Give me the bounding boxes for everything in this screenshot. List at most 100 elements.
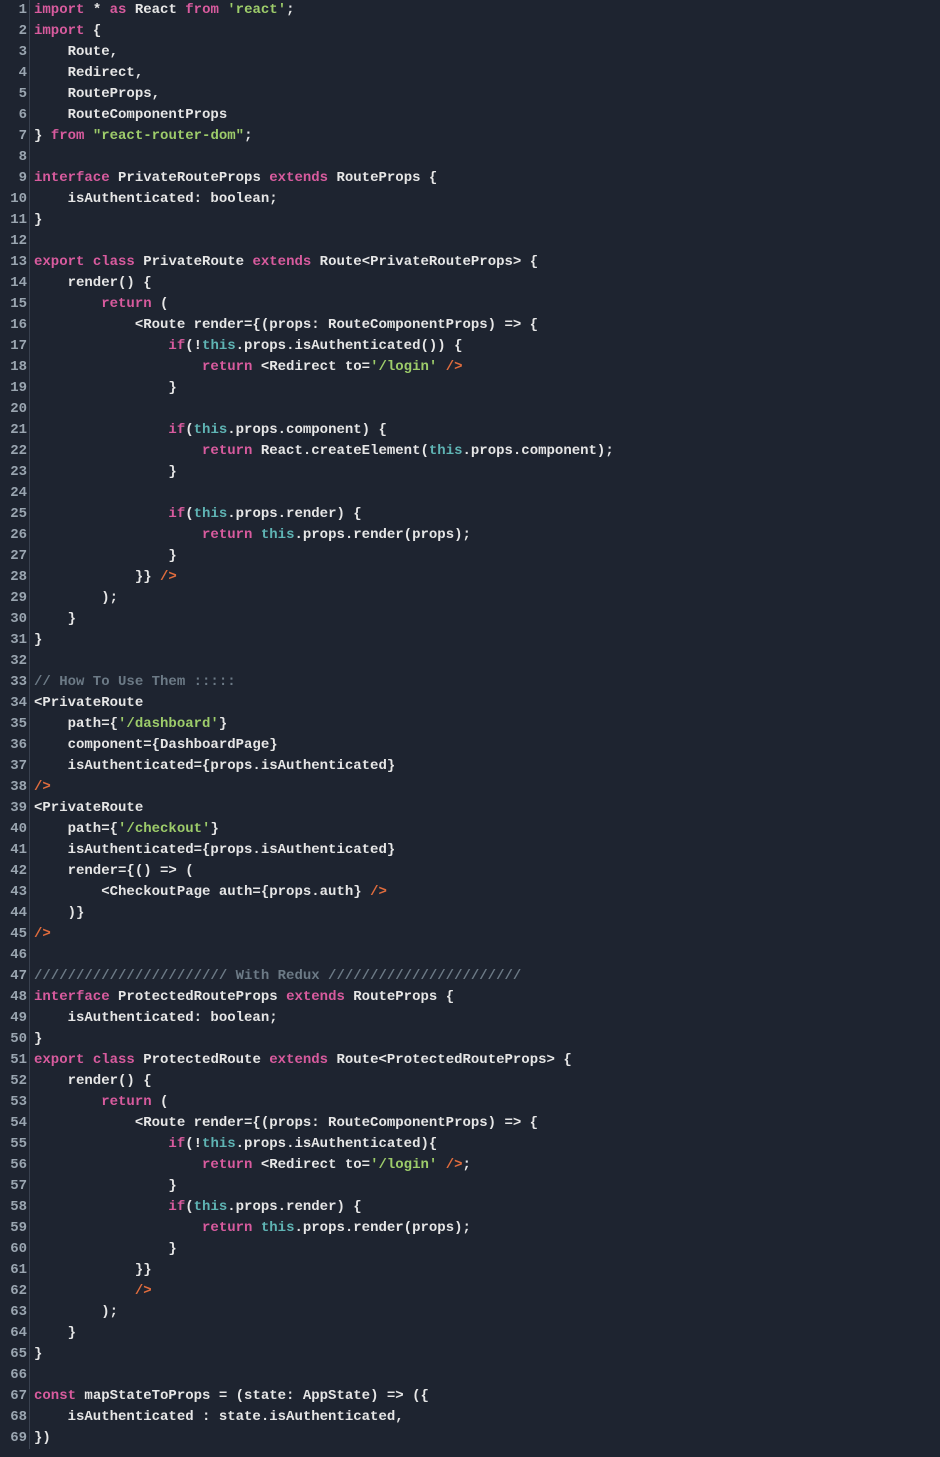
code-line[interactable] [34,147,614,168]
code-line[interactable]: if(this.props.component) { [34,420,614,441]
line-number: 60 [0,1239,27,1260]
code-line[interactable]: return ( [34,294,614,315]
code-line[interactable]: )} [34,903,614,924]
code-line[interactable]: } [34,630,614,651]
code-line[interactable]: export class PrivateRoute extends Route<… [34,252,614,273]
code-line[interactable]: /> [34,1281,614,1302]
code-line[interactable]: isAuthenticated={props.isAuthenticated} [34,756,614,777]
code-line[interactable]: render={() => ( [34,861,614,882]
code-line[interactable]: if(!this.props.isAuthenticated){ [34,1134,614,1155]
code-line[interactable]: } [34,1344,614,1365]
line-number: 13 [0,252,27,273]
code-line[interactable]: } [34,1176,614,1197]
line-number: 7 [0,126,27,147]
code-line[interactable]: }) [34,1428,614,1449]
line-number: 53 [0,1092,27,1113]
code-line[interactable]: } [34,210,614,231]
code-line[interactable]: return this.props.render(props); [34,1218,614,1239]
code-line[interactable]: import * as React from 'react'; [34,0,614,21]
line-number: 69 [0,1428,27,1449]
code-line[interactable]: }} [34,1260,614,1281]
code-editor[interactable]: 1234567891011121314151617181920212223242… [0,0,940,1449]
code-line[interactable]: } [34,546,614,567]
code-line[interactable]: /////////////////////// With Redux /////… [34,966,614,987]
code-line[interactable]: path={'/dashboard'} [34,714,614,735]
code-line[interactable]: } [34,378,614,399]
line-number: 4 [0,63,27,84]
code-line[interactable]: import { [34,21,614,42]
code-line[interactable]: Redirect, [34,63,614,84]
code-line[interactable]: component={DashboardPage} [34,735,614,756]
code-line[interactable]: } [34,1029,614,1050]
code-line[interactable]: return <Redirect to='/login' /> [34,357,614,378]
code-line[interactable]: if(this.props.render) { [34,1197,614,1218]
line-number: 21 [0,420,27,441]
code-line[interactable]: isAuthenticated : state.isAuthenticated, [34,1407,614,1428]
code-line[interactable]: if(this.props.render) { [34,504,614,525]
code-line[interactable]: }} /> [34,567,614,588]
line-number: 5 [0,84,27,105]
code-line[interactable]: <PrivateRoute [34,693,614,714]
line-number: 66 [0,1365,27,1386]
code-line[interactable]: /> [34,924,614,945]
code-line[interactable] [34,1365,614,1386]
code-line[interactable] [34,651,614,672]
code-line[interactable] [34,945,614,966]
code-line[interactable]: <PrivateRoute [34,798,614,819]
code-line[interactable]: ); [34,1302,614,1323]
code-line[interactable]: isAuthenticated: boolean; [34,1008,614,1029]
code-line[interactable]: // How To Use Them ::::: [34,672,614,693]
code-line[interactable]: } [34,609,614,630]
line-number: 46 [0,945,27,966]
code-line[interactable]: <CheckoutPage auth={props.auth} /> [34,882,614,903]
code-line[interactable]: return this.props.render(props); [34,525,614,546]
code-line[interactable]: <Route render={(props: RouteComponentPro… [34,315,614,336]
line-number: 44 [0,903,27,924]
code-line[interactable]: } from "react-router-dom"; [34,126,614,147]
code-line[interactable]: <Route render={(props: RouteComponentPro… [34,1113,614,1134]
code-line[interactable]: ); [34,588,614,609]
code-line[interactable]: RouteComponentProps [34,105,614,126]
code-line[interactable]: const mapStateToProps = (state: AppState… [34,1386,614,1407]
line-number: 52 [0,1071,27,1092]
line-number: 3 [0,42,27,63]
line-number: 50 [0,1029,27,1050]
line-number: 29 [0,588,27,609]
code-line[interactable] [34,231,614,252]
code-line[interactable]: export class ProtectedRoute extends Rout… [34,1050,614,1071]
code-line[interactable]: interface PrivateRouteProps extends Rout… [34,168,614,189]
code-line[interactable]: RouteProps, [34,84,614,105]
code-line[interactable] [34,483,614,504]
code-line[interactable]: return ( [34,1092,614,1113]
code-line[interactable]: if(!this.props.isAuthenticated()) { [34,336,614,357]
code-line[interactable]: /> [34,777,614,798]
code-line[interactable]: return <Redirect to='/login' />; [34,1155,614,1176]
line-number-gutter: 1234567891011121314151617181920212223242… [0,0,30,1449]
code-content[interactable]: import * as React from 'react';import { … [30,0,614,1449]
line-number: 42 [0,861,27,882]
code-line[interactable]: } [34,1323,614,1344]
line-number: 32 [0,651,27,672]
line-number: 40 [0,819,27,840]
line-number: 54 [0,1113,27,1134]
line-number: 63 [0,1302,27,1323]
code-line[interactable]: return React.createElement(this.props.co… [34,441,614,462]
code-line[interactable]: } [34,1239,614,1260]
line-number: 30 [0,609,27,630]
code-line[interactable]: path={'/checkout'} [34,819,614,840]
line-number: 6 [0,105,27,126]
line-number: 49 [0,1008,27,1029]
code-line[interactable]: render() { [34,1071,614,1092]
code-line[interactable]: interface ProtectedRouteProps extends Ro… [34,987,614,1008]
code-line[interactable]: isAuthenticated={props.isAuthenticated} [34,840,614,861]
code-line[interactable]: render() { [34,273,614,294]
code-line[interactable] [34,399,614,420]
line-number: 38 [0,777,27,798]
line-number: 41 [0,840,27,861]
line-number: 12 [0,231,27,252]
code-line[interactable]: isAuthenticated: boolean; [34,189,614,210]
code-line[interactable]: } [34,462,614,483]
code-line[interactable]: Route, [34,42,614,63]
line-number: 62 [0,1281,27,1302]
line-number: 23 [0,462,27,483]
